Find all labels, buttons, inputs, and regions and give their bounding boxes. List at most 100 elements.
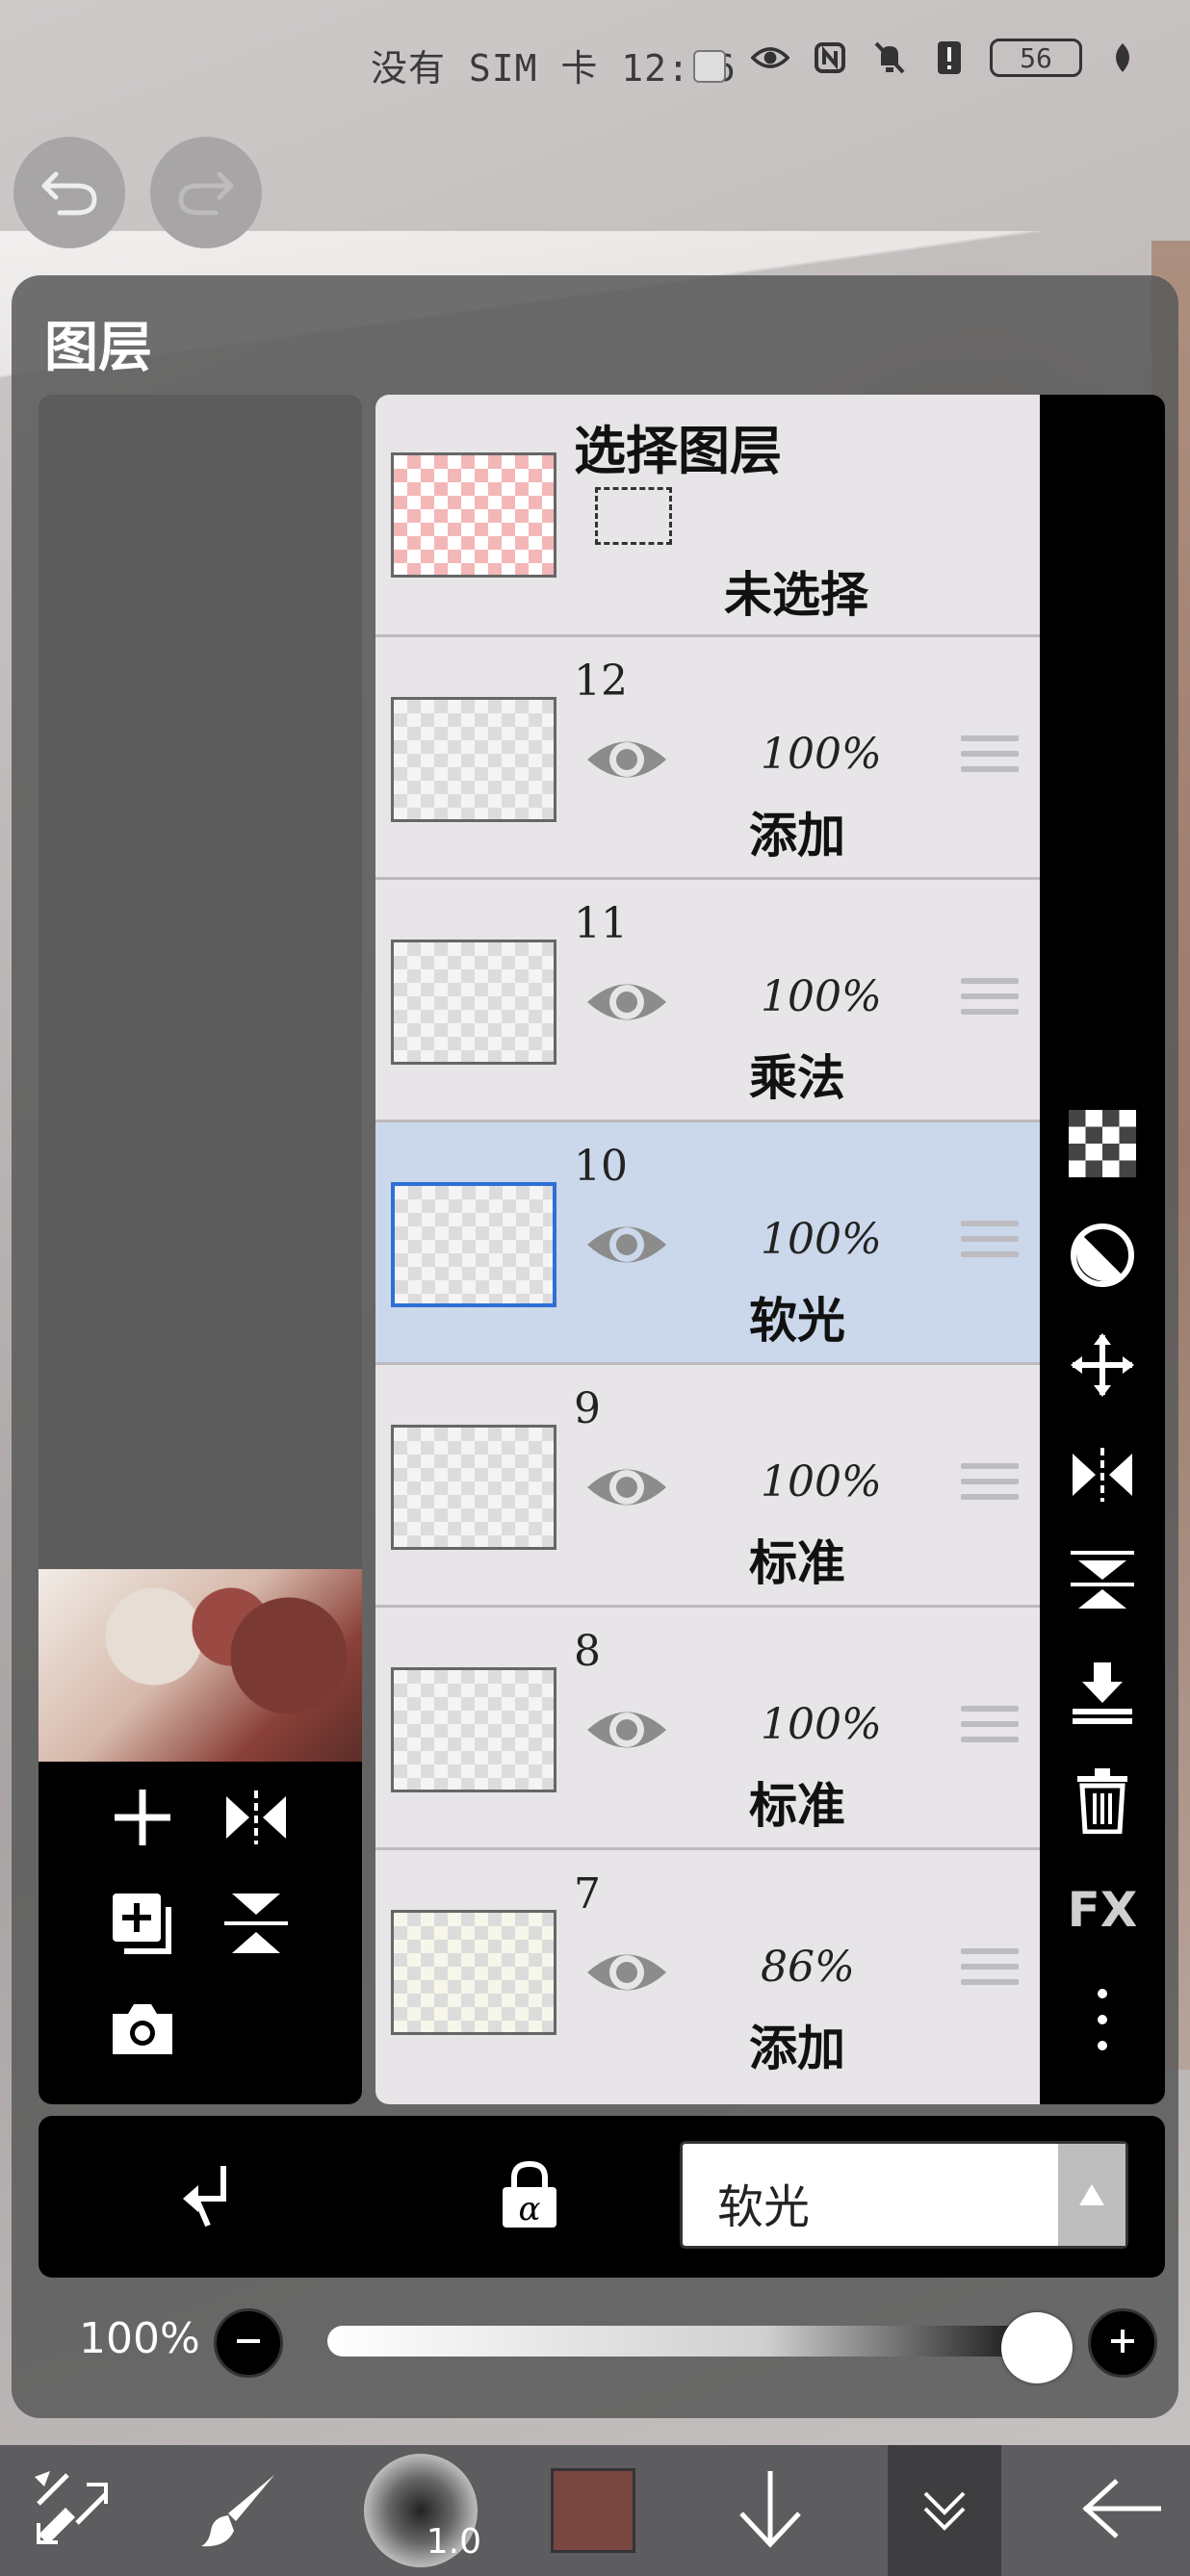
more-icon (1093, 1986, 1112, 2057)
drag-handle-icon[interactable] (961, 1948, 1019, 1995)
flip-horizontal-icon (1069, 1446, 1136, 1507)
color-button[interactable] (545, 2445, 641, 2576)
visibility-toggle[interactable] (583, 1939, 670, 2006)
visibility-toggle[interactable] (583, 1696, 670, 1764)
layer-number: 12 (574, 657, 628, 706)
status-bar: 没有 SIM 卡 12:16 56 (0, 0, 1190, 135)
eye-icon (583, 1226, 670, 1282)
merge-down-icon (1069, 1659, 1136, 1730)
visibility-toggle[interactable] (583, 1454, 670, 1521)
drag-handle-icon[interactable] (961, 1463, 1019, 1509)
layer-blend-mode: 标准 (749, 1534, 845, 1591)
camera-icon (109, 2000, 176, 2062)
layer-number: 10 (574, 1142, 628, 1191)
copy-layer-button[interactable] (104, 1887, 181, 1964)
transparency-button[interactable] (1064, 1107, 1141, 1184)
blend-mode-select[interactable]: 软光 (680, 2141, 1128, 2249)
opacity-value: 100% (79, 2314, 200, 2363)
back-button[interactable] (1069, 2445, 1175, 2576)
drag-handle-icon[interactable] (961, 735, 1019, 782)
canvas-thumbnail[interactable] (39, 1569, 362, 1762)
visibility-toggle[interactable] (583, 726, 670, 793)
layer-number: 8 (574, 1627, 601, 1676)
opacity-slider-row: 100% (39, 2287, 1165, 2393)
brush-tool-button[interactable] (183, 2445, 298, 2576)
layer-thumbnail (391, 1910, 556, 2035)
layer-thumbnail (391, 1425, 556, 1550)
brush-size-button[interactable]: 1.0 (358, 2445, 483, 2576)
flip-vertical-button[interactable] (218, 1887, 295, 1964)
brush-icon (197, 2465, 284, 2556)
opacity-decrease-button[interactable] (214, 2308, 283, 2378)
svg-text:α: α (519, 2190, 541, 2228)
flip-horizontal-button[interactable] (218, 1781, 295, 1858)
layer-opacity: 86% (761, 1943, 855, 1992)
more-options-button[interactable] (1064, 1983, 1141, 2060)
redo-button[interactable] (150, 137, 262, 248)
merge-down-button[interactable] (1064, 1656, 1141, 1733)
flip-layer-vertical-button[interactable] (1064, 1546, 1141, 1623)
flip-vertical-icon (1069, 1549, 1136, 1620)
layer-row[interactable]: 9 100% 标准 (375, 1365, 1040, 1608)
fill-color-button[interactable] (1064, 1219, 1141, 1296)
delete-layer-button[interactable] (1064, 1764, 1141, 1841)
back-arrow-icon (1078, 2475, 1165, 2546)
selection-layer-row[interactable]: 选择图层 未选择 (375, 395, 1040, 637)
drag-handle-icon[interactable] (961, 978, 1019, 1024)
layer-actions (39, 1762, 362, 2104)
layer-list: 选择图层 未选择 12 100% 添加 11 100% 乘法 10 100% 软… (375, 395, 1040, 2104)
panel-title: 图层 (44, 317, 152, 379)
drag-handle-icon[interactable] (961, 1706, 1019, 1752)
fx-button[interactable]: FX (1064, 1871, 1141, 1948)
layer-tools: FX (1040, 395, 1165, 2104)
layer-thumbnail (391, 1182, 556, 1307)
move-icon (1069, 1331, 1136, 1403)
layer-number: 9 (574, 1384, 601, 1433)
plus-icon (109, 1784, 176, 1855)
layer-number: 11 (574, 899, 628, 948)
layer-thumbnail (391, 1667, 556, 1792)
layer-opacity: 100% (761, 1215, 882, 1264)
fx-label: FX (1067, 1882, 1138, 1938)
transform-icon (29, 2465, 116, 2556)
status-text: 没有 SIM 卡 12:16 (371, 47, 737, 90)
leaf-icon (1103, 39, 1142, 77)
layer-row-selected[interactable]: 10 100% 软光 (375, 1122, 1040, 1365)
notification-icon (693, 50, 726, 83)
selection-status: 未选择 (724, 566, 868, 623)
brush-preview: 1.0 (364, 2454, 481, 2567)
transform-button[interactable] (19, 2445, 125, 2576)
flip-layer-horizontal-button[interactable] (1064, 1438, 1141, 1515)
status-icons: 56 (751, 39, 1142, 77)
selection-marquee-icon (595, 487, 672, 545)
layers-panel-button[interactable] (888, 2445, 1001, 2576)
alert-icon (930, 39, 969, 77)
add-layer-button[interactable] (104, 1781, 181, 1858)
opacity-increase-button[interactable] (1088, 2308, 1157, 2378)
opacity-slider-knob[interactable] (1001, 2312, 1073, 2383)
clipping-button[interactable] (169, 2158, 246, 2235)
camera-button[interactable] (104, 1993, 181, 2070)
layer-row[interactable]: 7 86% 添加 (375, 1850, 1040, 2093)
brush-size: 1.0 (426, 2522, 481, 2562)
layer-number: 7 (574, 1869, 601, 1919)
selection-thumbnail (391, 452, 556, 578)
eye-icon (583, 741, 670, 797)
layer-row[interactable]: 11 100% 乘法 (375, 880, 1040, 1122)
layer-row[interactable]: 8 100% 标准 (375, 1608, 1040, 1850)
eye-icon (583, 1954, 670, 2010)
eye-icon (583, 1469, 670, 1525)
undo-button[interactable] (13, 137, 125, 248)
move-layer-button[interactable] (1064, 1328, 1141, 1405)
canvas-preview (39, 395, 362, 2104)
arrow-down-icon (732, 2465, 809, 2556)
opacity-slider[interactable] (327, 2326, 1059, 2357)
drag-handle-icon[interactable] (961, 1221, 1019, 1267)
visibility-toggle[interactable] (583, 968, 670, 1036)
alpha-lock-button[interactable]: α (491, 2158, 568, 2235)
layer-down-button[interactable] (722, 2445, 818, 2576)
alpha-lock-icon: α (499, 2160, 560, 2233)
layer-blend-mode: 乘法 (749, 1049, 845, 1106)
visibility-toggle[interactable] (583, 1211, 670, 1278)
layer-row[interactable]: 12 100% 添加 (375, 637, 1040, 880)
